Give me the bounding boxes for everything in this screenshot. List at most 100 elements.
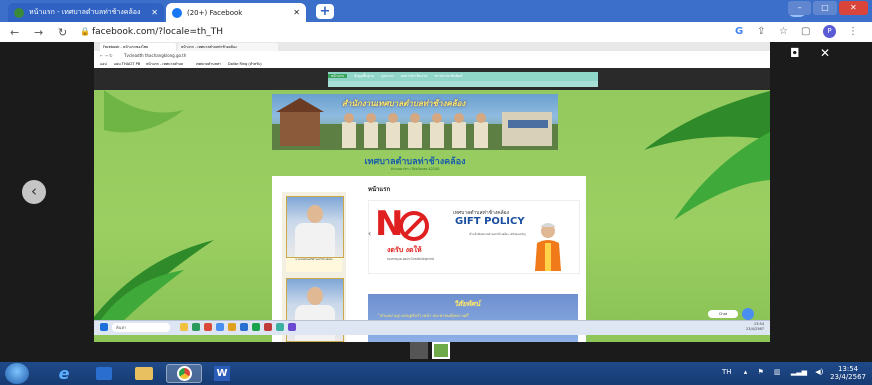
site-favicon-icon xyxy=(14,7,24,18)
page-heading: หน้าแรก xyxy=(368,186,391,193)
inner-tab-facebook: Facebook - หน้าแรกของไทย xyxy=(100,43,176,51)
gift-policy-note: ของขวัญและผลประโยชน์อื่นใดทุกกรณี xyxy=(387,257,435,261)
signal-icon[interactable]: ▂▃▅ xyxy=(791,368,807,376)
gift-policy-slide: ‹ N เทศบาลตำบลท่าช้างคล้อง GIFT POLICY ง… xyxy=(368,200,580,274)
site-menu-item: ผลการดำเนินงาน xyxy=(400,74,428,78)
close-viewer-icon[interactable]: ✕ xyxy=(820,46,830,60)
inner-app-icon xyxy=(228,323,236,331)
tag-icon[interactable]: ◘ xyxy=(790,46,800,60)
tab-label: หน้าแรก - เทศบาลตำบลท่าช้างคล้อง xyxy=(29,8,141,16)
photo-filmstrip xyxy=(0,334,872,362)
photo-viewer: ‹ ◘ ✕ Facebook - หน้าแรกของไทย หน้าแรก -… xyxy=(0,42,872,362)
photo-thumbnail-active[interactable] xyxy=(432,342,450,359)
lock-icon: 🔒 xyxy=(80,27,90,36)
vision-title: วิสัยทัศน์ xyxy=(454,300,481,308)
chrome-taskbar-icon[interactable] xyxy=(166,364,202,383)
inner-bookmark: เทศบาลตำบลท่า xyxy=(196,62,221,66)
gift-policy-side-text: เจ้าหน้าที่เทศบาลตำบลท่าช้างคล้อง งดรับข… xyxy=(469,233,526,236)
minimize-button[interactable]: – xyxy=(788,1,812,15)
share-icon[interactable]: ⇪ xyxy=(757,26,765,37)
chevron-left-icon: ‹ xyxy=(368,229,372,238)
internet-explorer-icon[interactable]: e xyxy=(46,364,82,383)
inner-app-icon xyxy=(276,323,284,331)
site-banner: สำนักงานเทศบาลตำบลท่าช้างคล้อง xyxy=(272,94,558,150)
media-player-icon[interactable] xyxy=(86,364,122,383)
avatar[interactable]: P xyxy=(823,25,836,38)
palm-leaf-top-left xyxy=(104,90,184,133)
inner-nav-icons: ← → ↻ xyxy=(100,53,113,58)
inner-app-icon xyxy=(264,323,272,331)
tab-label: (20+) Facebook xyxy=(187,8,243,17)
screenshot-photo: Facebook - หน้าแรกของไทย หน้าแรก - เทศบา… xyxy=(94,42,770,342)
tray-arrow-icon[interactable]: ▴ xyxy=(744,368,748,376)
google-translate-icon[interactable]: G xyxy=(735,26,743,37)
facebook-icon xyxy=(172,7,182,18)
mayor-photo xyxy=(286,196,344,258)
mayor-caption: นายกเทศมนตรีตำบลท่าช้างคล้อง xyxy=(286,258,342,272)
site-menu-row2 xyxy=(328,81,598,87)
site-menu-item: ข้อมูลพื้นฐาน xyxy=(354,74,374,78)
inner-clock: 13:54 23/4/2567 xyxy=(746,322,764,332)
site-menu-item: บุคลากร xyxy=(381,74,394,78)
windows-taskbar: e W TH ▴ ⚑ ▥ ▂▃▅ ◀) 13:54 23/4/2567 xyxy=(0,362,872,385)
url-field[interactable]: facebook.com/?locale=th_TH xyxy=(92,27,223,37)
gift-policy-red-text: งดรับ งดให้ xyxy=(387,246,422,254)
vision-text: "ตำบลน่าอยู่ เศรษฐกิจก้าวหน้า ประชาชนมีส… xyxy=(378,313,470,318)
inner-app-icon xyxy=(288,323,296,331)
forward-icon[interactable]: → xyxy=(34,26,43,39)
inner-app-icon xyxy=(204,323,212,331)
new-tab-button[interactable]: + xyxy=(316,4,334,19)
inner-app-icon xyxy=(216,323,224,331)
menu-icon[interactable]: ⋮ xyxy=(848,26,858,37)
gift-policy-title: GIFT POLICY xyxy=(455,216,525,227)
side-panel-icon[interactable]: ▢ xyxy=(801,26,810,37)
inner-clock-date: 23/4/2567 xyxy=(746,327,764,331)
tab-thachangklong[interactable]: หน้าแรก - เทศบาลตำบลท่าช้างคล้อง ✕ xyxy=(8,3,164,22)
banner-title: สำนักงานเทศบาลตำบลท่าช้างคล้อง xyxy=(342,99,466,108)
inner-app-icon xyxy=(252,323,260,331)
close-tab-icon[interactable]: ✕ xyxy=(293,8,300,17)
inner-bookmark: หน้าแรก - เทศบาลตำบล xyxy=(146,62,184,66)
language-indicator[interactable]: TH xyxy=(722,368,732,376)
flag-icon[interactable]: ⚑ xyxy=(758,368,764,376)
inner-bookmark: แผ่น THACIT PB xyxy=(114,62,141,66)
site-menu-home: หน้าแรก xyxy=(328,74,347,78)
chat-icon xyxy=(742,308,754,320)
palm-leaf-left xyxy=(94,240,214,330)
inner-taskbar: ค้นหา 13:54 23/4/2567 xyxy=(94,320,770,335)
site-menu-item: ข่าวประชาสัมพันธ์ xyxy=(434,74,463,78)
inner-app-icon xyxy=(192,323,200,331)
system-tray: TH ▴ ⚑ ▥ ▂▃▅ ◀) xyxy=(722,368,823,376)
inner-tab-site: หน้าแรก - เทศบาลตำบลท่าช้างคล้อง xyxy=(178,43,278,51)
clock-time: 13:54 xyxy=(837,365,859,373)
address-bar-row: ← → ↻ 🔒 facebook.com/?locale=th_TH G ⇪ ☆… xyxy=(0,22,872,43)
tab-facebook[interactable]: (20+) Facebook ✕ xyxy=(166,3,306,22)
bookmark-star-icon[interactable]: ☆ xyxy=(779,26,788,37)
back-icon[interactable]: ← xyxy=(10,26,19,39)
reload-icon[interactable]: ↻ xyxy=(58,26,67,39)
inner-app-icon xyxy=(180,323,188,331)
inner-bookmark: Dollar Ring (สำหรับ) xyxy=(228,62,262,66)
network-icon[interactable]: ▥ xyxy=(774,368,781,376)
close-window-button[interactable]: ✕ xyxy=(838,1,869,15)
previous-photo-button[interactable]: ‹ xyxy=(22,180,46,204)
word-icon[interactable]: W xyxy=(204,364,240,383)
volume-icon[interactable]: ◀) xyxy=(815,368,823,376)
system-clock[interactable]: 13:54 23/4/2567 xyxy=(830,365,866,381)
officer-illustration xyxy=(535,223,561,271)
start-button[interactable] xyxy=(5,363,29,384)
maximize-button[interactable]: □ xyxy=(813,1,837,15)
inner-url-bar: ← → ↻ Tvcleadth thachangklong.go.th xyxy=(94,51,770,60)
inner-start-icon xyxy=(100,323,108,331)
inner-tab-strip: Facebook - หน้าแรกของไทย หน้าแรก - เทศบา… xyxy=(94,42,770,51)
photo-thumbnail[interactable] xyxy=(410,342,428,359)
palm-leaf-right xyxy=(644,91,770,220)
close-tab-icon[interactable]: ✕ xyxy=(151,8,158,17)
chat-label: Chat xyxy=(708,310,738,318)
window-controls: – □ ✕ xyxy=(788,1,869,15)
outer-tab-strip: หน้าแรก - เทศบาลตำบลท่าช้างคล้อง ✕ (20+)… xyxy=(0,0,872,22)
inner-search-box: ค้นหา xyxy=(112,323,170,332)
file-explorer-icon[interactable] xyxy=(126,364,162,383)
clock-date: 23/4/2567 xyxy=(830,373,866,381)
inner-bookmark: แอป xyxy=(100,62,107,66)
